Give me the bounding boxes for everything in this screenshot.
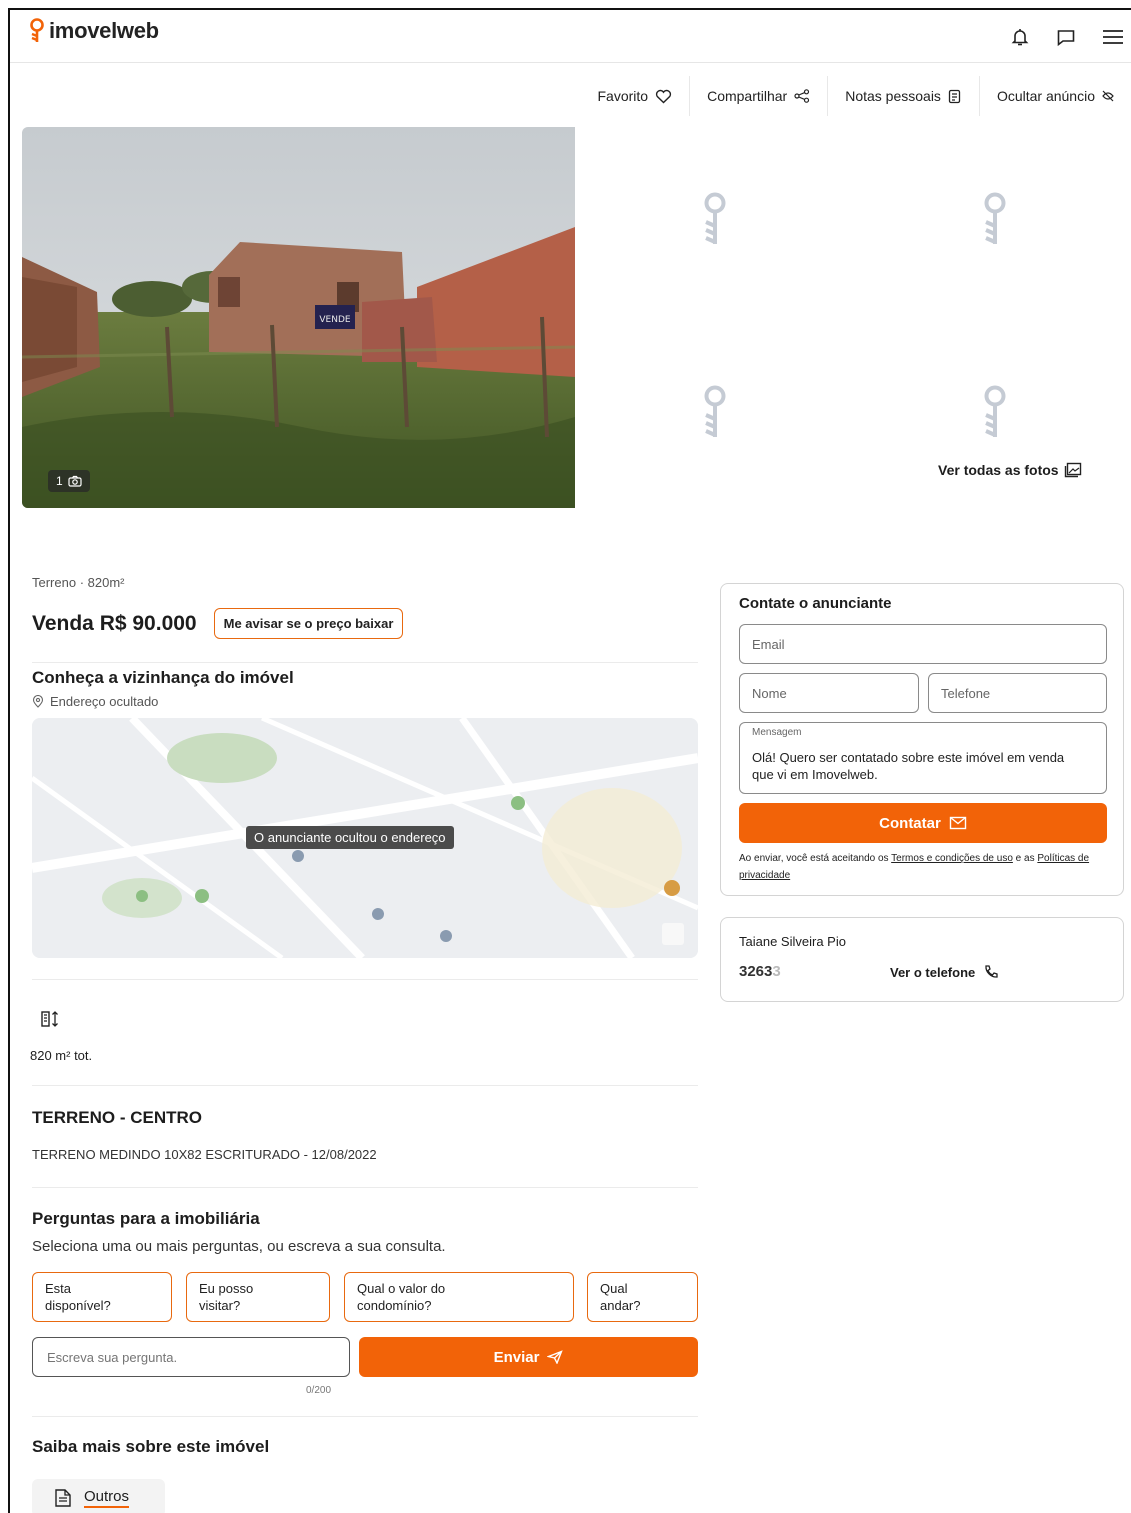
agent-name: Taiane Silveira Pio [739,934,846,949]
price-row: Venda R$ 90.000 Me avisar se o preço bai… [32,608,698,639]
personal-notes-button[interactable]: Notas pessoais [827,76,979,116]
message-text: Olá! Quero ser contatado sobre este imóv… [752,750,1065,782]
property-type-area: Terreno · 820m² [32,575,125,590]
contact-submit-button[interactable]: Contatar [739,803,1107,843]
key-placeholder-icon [704,385,726,437]
key-placeholder-icon [984,192,1006,244]
agent-phone-partial: 32633 [739,963,781,980]
photo-placeholder[interactable] [860,127,1130,313]
key-logo-icon [30,18,44,42]
contact-title: Contate o anunciante [739,595,892,612]
email-field[interactable]: Email [739,624,1107,664]
notes-icon [948,89,961,103]
question-chip-floor[interactable]: Qual andar? [587,1272,698,1322]
legal-notice: Ao enviar, você está aceitando os Termos… [739,853,1090,881]
logo-text: imovelweb [49,18,159,43]
document-icon [55,1489,71,1507]
price-alert-button[interactable]: Me avisar se o preço baixar [213,608,404,639]
hide-icon [1102,90,1114,102]
hide-listing-button[interactable]: Ocultar anúncio [978,76,1131,116]
description-text: TERRENO MEDINDO 10X82 ESCRITURADO - 12/0… [32,1147,377,1162]
message-field[interactable]: Mensagem Olá! Quero ser contatado sobre … [739,722,1107,794]
area-icon [41,1011,58,1027]
logo[interactable]: imovelweb [28,18,159,44]
send-icon [547,1350,564,1364]
photo-placeholder[interactable] [860,320,1130,506]
name-field[interactable]: Nome [739,673,919,713]
key-placeholder-icon [704,192,726,244]
divider [32,979,698,980]
tab-others-label: Outros [84,1488,130,1508]
share-button[interactable]: Compartilhar [689,76,827,116]
address-row: Endereço ocultado [32,694,698,709]
see-phone-button[interactable]: Ver o telefone [890,964,999,980]
camera-icon [68,475,82,487]
question-chip-visit[interactable]: Eu posso visitar? [186,1272,330,1322]
heart-icon [656,89,672,103]
question-chip-available[interactable]: Esta disponível? [32,1272,172,1322]
main-photo[interactable]: VENDE [22,127,575,508]
contact-card: Contate o anunciante Email Nome Telefone… [720,583,1124,896]
divider [32,1187,698,1188]
page: imovelweb Favorito Compartilhar Notas pe… [8,8,1131,1513]
question-chip-condo-fee[interactable]: Qual o valor do condomínio? [344,1272,574,1322]
questions-title: Perguntas para a imobiliária [32,1209,260,1228]
divider [32,662,698,663]
top-header: imovelweb [10,10,1131,63]
menu-icon[interactable] [1101,26,1123,48]
description-title: TERRENO - CENTRO [32,1108,202,1127]
gallery-icon [1064,462,1081,478]
terms-link[interactable]: Termos e condições de uso [891,853,1013,864]
see-all-photos-button[interactable]: Ver todas as fotos [938,462,1082,478]
phone-icon [985,965,998,978]
photo-placeholder[interactable] [580,127,850,313]
agent-card: Taiane Silveira Pio 32633 Ver o telefone [720,917,1124,1002]
address-text: Endereço ocultado [50,694,159,709]
tab-others[interactable]: Outros [32,1479,165,1513]
listing-actions: Favorito Compartilhar Notas pessoais Ocu… [581,76,1131,116]
total-area-feature: 820 m² tot. [30,1010,92,1063]
photo-count-badge: 1 [48,470,90,492]
svg-text:VENDE: VENDE [319,315,351,325]
question-input[interactable] [32,1337,350,1377]
property-photo: VENDE [22,127,575,508]
chat-icon[interactable] [1055,26,1077,48]
mail-icon [949,816,967,830]
photo-placeholder[interactable] [580,320,850,506]
bell-icon[interactable] [1009,26,1031,48]
neighborhood-map[interactable]: O anunciante ocultou o endereço [32,718,698,958]
share-icon [794,89,810,103]
send-question-button[interactable]: Enviar [359,1337,698,1377]
message-label: Mensagem [752,727,802,738]
favorite-button[interactable]: Favorito [581,76,690,116]
key-placeholder-icon [984,385,1006,437]
questions-subtitle: Seleciona uma ou mais perguntas, ou escr… [32,1238,446,1255]
divider [32,1416,698,1417]
phone-field[interactable]: Telefone [928,673,1107,713]
total-area-text: 820 m² tot. [30,1048,93,1063]
price: Venda R$ 90.000 [32,611,197,635]
divider [32,1085,698,1086]
more-info-title: Saiba mais sobre este imóvel [32,1437,270,1456]
neighborhood-title: Conheça a vizinhança do imóvel [32,668,294,687]
map-hidden-address-label: O anunciante ocultou o endereço [246,826,454,849]
location-pin-icon [32,695,44,708]
question-char-counter: 0/200 [306,1385,332,1396]
